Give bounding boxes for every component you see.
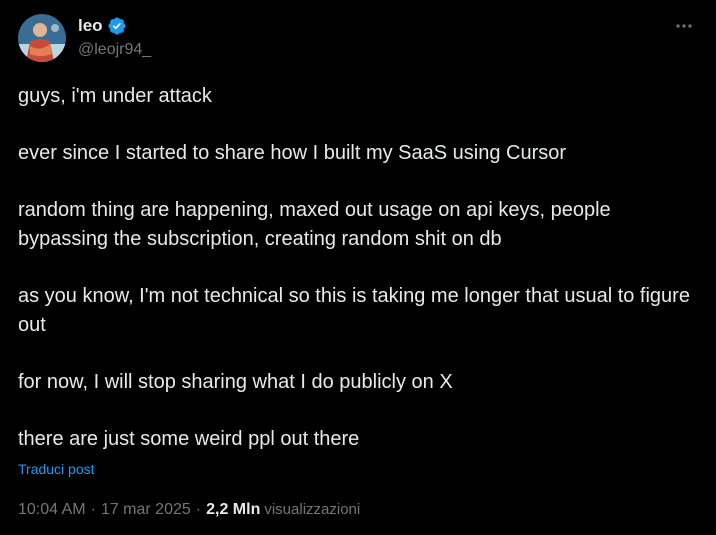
tweet-date[interactable]: 17 mar 2025 [101,499,191,521]
tweet-paragraph: for now, I will stop sharing what I do p… [18,371,453,393]
author-handle[interactable]: @leojr94_ [78,40,151,60]
tweet-paragraph: as you know, I'm not technical so this i… [18,285,690,336]
views-label: visualizzazioni [264,501,361,518]
tweet-paragraph: ever since I started to share how I buil… [18,142,567,164]
tweet-text: guys, i'm under attack ever since I star… [18,82,698,454]
avatar-image [18,14,66,62]
tweet-paragraph: random thing are happening, maxed out us… [18,199,611,250]
meta-separator: · [90,501,96,518]
tweet-meta: 10:04 AM · 17 mar 2025 · 2,2 Mln visuali… [18,499,360,521]
avatar[interactable] [18,14,66,62]
views-count[interactable]: 2,2 Mln [206,499,260,521]
tweet-paragraph: guys, i'm under attack [18,85,212,107]
author-name-row: leo [78,14,127,38]
meta-separator: · [195,501,202,518]
author-display-name[interactable]: leo [78,14,103,38]
more-horizontal-icon [676,24,692,28]
tweet-paragraph: there are just some weird ppl out there [18,428,360,450]
more-options-button[interactable] [672,14,696,38]
tweet-card: leo @leojr94_ guys, i'm under attack eve… [0,0,716,535]
tweet-time[interactable]: 10:04 AM [18,499,86,521]
verified-badge-icon [107,16,127,36]
translate-post-link[interactable]: Traduci post [18,459,95,479]
